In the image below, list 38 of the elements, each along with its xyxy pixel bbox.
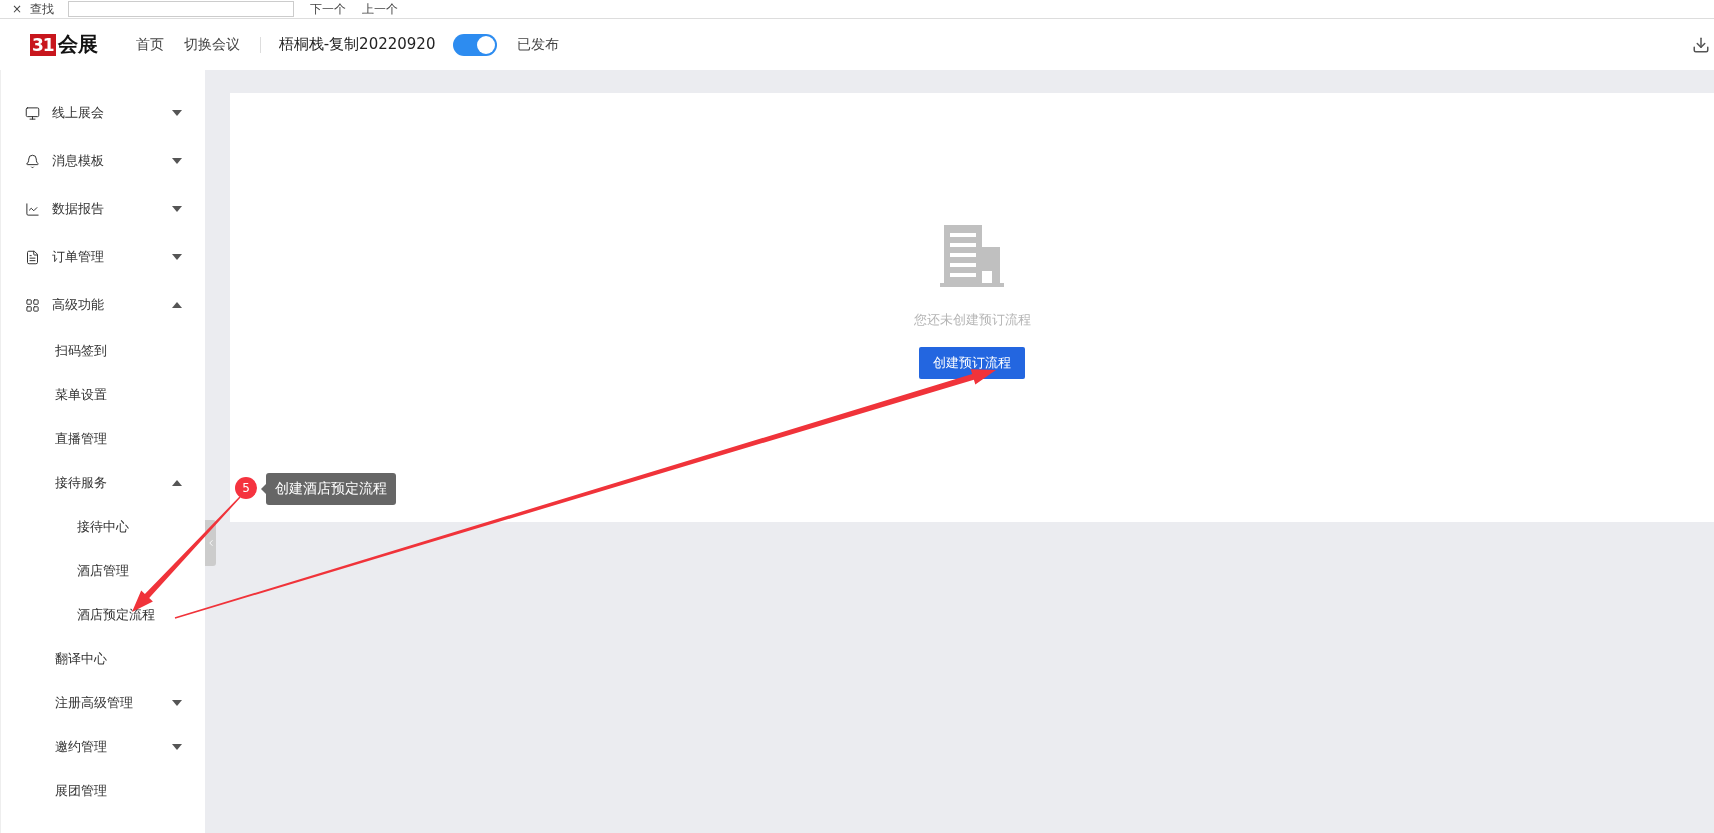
sidebar-item[interactable]: 翻译中心 (1, 637, 205, 681)
find-label: 查找 (30, 2, 55, 16)
building-icon (940, 225, 1004, 289)
menu-item-icon (25, 105, 40, 121)
sidebar-item[interactable]: 高级功能 (1, 281, 205, 329)
tooltip: 创建酒店预定流程 (266, 473, 396, 505)
publish-toggle[interactable] (453, 33, 498, 56)
sidebar-item[interactable]: 酒店预定流程 (1, 593, 205, 637)
previous-link[interactable]: 上一个 (362, 2, 399, 16)
next-link[interactable]: 下一个 (310, 2, 347, 16)
sidebar-item[interactable]: 接待服务 (1, 461, 205, 505)
sidebar-item[interactable]: 菜单设置 (1, 373, 205, 417)
menu-item-icon (25, 297, 40, 313)
empty-message: 您还未创建预订流程 (913, 311, 1031, 329)
create-flow-button[interactable]: 创建预订流程 (919, 347, 1025, 379)
nav-link[interactable]: 切换会议 (183, 35, 240, 54)
sidebar-item[interactable]: 邀约管理 (1, 725, 205, 769)
sidebar-item[interactable]: 接待中心 (1, 505, 205, 549)
close-icon[interactable]: × (12, 2, 23, 16)
nav-link[interactable]: 首页 (135, 35, 164, 54)
sidebar-item[interactable]: 酒店管理 (1, 549, 205, 593)
event-title: 梧桐栈-复制20220920 (278, 35, 436, 54)
download-icon[interactable] (1692, 35, 1710, 54)
sidebar-item[interactable]: 展团管理 (1, 769, 205, 813)
collapse-handle[interactable] (205, 520, 216, 566)
find-field[interactable] (68, 1, 295, 17)
sidebar-item[interactable]: 数据报告 (1, 185, 205, 233)
sidebar-item[interactable]: 消息模板 (1, 137, 205, 185)
menu-item-icon (25, 249, 40, 265)
sidebar-item[interactable]: 直播管理 (1, 417, 205, 461)
sidebar-item[interactable]: 注册高级管理 (1, 681, 205, 725)
logo: 31 会展 (30, 31, 98, 58)
sidebar-item[interactable]: 线上展会 (1, 89, 205, 137)
sidebar-item[interactable]: 订单管理 (1, 233, 205, 281)
menu-item-icon (25, 201, 40, 217)
menu-item-icon (25, 153, 40, 169)
sidebar-item[interactable]: 扫码签到 (1, 329, 205, 373)
publish-status: 已发布 (517, 35, 560, 54)
